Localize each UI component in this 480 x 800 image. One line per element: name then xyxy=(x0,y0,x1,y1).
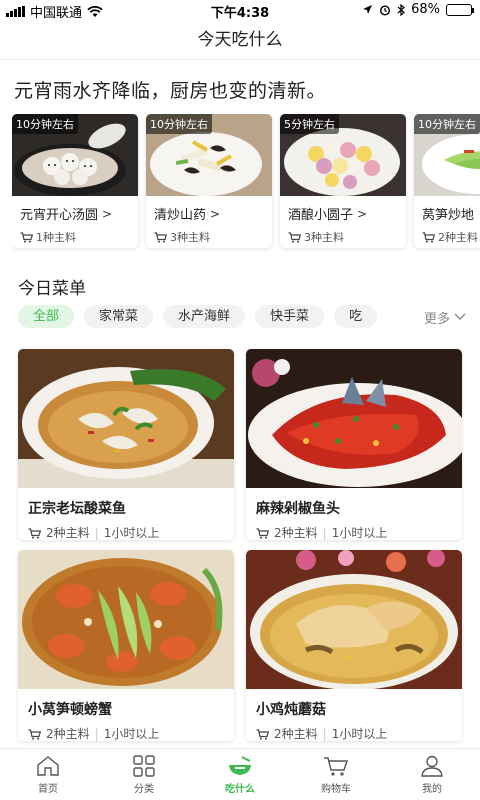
tab-what-to-eat[interactable]: 吃什么 xyxy=(192,749,288,800)
recipe-card-pickled-fish[interactable]: 正宗老坛酸菜鱼 2种主料 | 1小时以上 xyxy=(18,349,234,540)
tab-category[interactable]: 分类 xyxy=(96,749,192,800)
cart-icon xyxy=(288,232,301,243)
more-categories-button[interactable]: 更多 xyxy=(382,305,480,329)
pickled-fish-image xyxy=(18,349,234,488)
featured-title: 莴笋炒地 xyxy=(422,208,475,223)
ingredient-count: 2种主料 xyxy=(46,526,90,540)
featured-title: 酒酿小圆子 xyxy=(288,208,354,223)
meta-divider: | xyxy=(94,726,99,741)
cook-duration: 1小时以上 xyxy=(331,727,388,741)
recipe-card-chicken-mushroom[interactable]: 小鸡炖蘑菇 2种主料 | 1小时以上 xyxy=(246,550,462,741)
tab-home[interactable]: 首页 xyxy=(0,749,96,800)
tangyuan-bowl-image: 10分钟左右 xyxy=(12,114,138,196)
cart-icon xyxy=(20,232,33,243)
ingredient-count: 2种主料 xyxy=(46,727,90,741)
recipe-card-chili-fish-head[interactable]: 麻辣剁椒鱼头 2种主料 | 1小时以上 xyxy=(246,349,462,540)
home-icon xyxy=(37,755,59,776)
battery-percent: 68% xyxy=(411,2,440,17)
chip-home-style[interactable]: 家常菜 xyxy=(84,305,154,328)
chevron-right-icon: > xyxy=(102,206,113,221)
cook-duration: 1小时以上 xyxy=(103,526,160,540)
featured-card-lettuce[interactable]: 10分钟左右 莴笋炒地 2种主料 xyxy=(414,114,480,248)
tab-cart[interactable]: 购物车 xyxy=(288,749,384,800)
user-icon xyxy=(421,755,443,777)
recipe-title: 正宗老坛酸菜鱼 xyxy=(28,501,126,517)
tab-profile[interactable]: 我的 xyxy=(384,749,480,800)
recipe-title: 麻辣剁椒鱼头 xyxy=(256,501,340,517)
cook-duration: 1小时以上 xyxy=(103,727,160,741)
chip-all[interactable]: 全部 xyxy=(18,305,75,328)
ingredient-count: 3种主料 xyxy=(304,231,344,244)
chip-partial[interactable]: 吃 xyxy=(334,305,378,328)
ingredient-count: 2种主料 xyxy=(274,727,318,741)
rice-balls-image: 5分钟左右 xyxy=(280,114,406,196)
featured-card-yam[interactable]: 10分钟左右 清炒山药 > 3种主料 xyxy=(146,114,272,248)
tab-label: 我的 xyxy=(422,783,442,795)
ingredient-count: 1种主料 xyxy=(36,231,76,244)
lettuce-stem-image: 10分钟左右 xyxy=(414,114,480,196)
time-badge: 10分钟左右 xyxy=(12,114,78,134)
crab-lettuce-image xyxy=(18,550,234,689)
cart-icon xyxy=(256,728,269,740)
hero-headline: 元宵雨水齐降临，厨房也变的清新。 xyxy=(14,80,327,102)
recipe-card-crab-lettuce[interactable]: 小莴笋顿螃蟹 2种主料 | 1小时以上 xyxy=(18,550,234,741)
ingredient-count: 2种主料 xyxy=(274,526,318,540)
cart-icon xyxy=(28,728,41,740)
tab-label: 购物车 xyxy=(321,783,351,795)
page-title: 今天吃什么 xyxy=(197,30,283,50)
time-badge: 10分钟左右 xyxy=(414,114,480,134)
ingredient-count: 2种主料 xyxy=(438,231,478,244)
stir-fried-yam-image: 10分钟左右 xyxy=(146,114,272,196)
location-icon xyxy=(363,5,373,14)
bluetooth-icon xyxy=(397,3,406,16)
grid-icon xyxy=(133,754,155,777)
menu-section-title: 今日菜单 xyxy=(18,279,86,299)
featured-card-tangyuan[interactable]: 10分钟左右 元宵开心汤圆 > 1种主料 xyxy=(12,114,138,248)
recipe-title: 小莴笋顿螃蟹 xyxy=(28,702,112,718)
featured-title: 清炒山药 xyxy=(154,208,207,223)
featured-card-rice-balls[interactable]: 5分钟左右 酒酿小圆子 > 3种主料 xyxy=(280,114,406,248)
cart-icon xyxy=(256,527,269,539)
chevron-down-icon xyxy=(454,313,466,320)
meta-divider: | xyxy=(322,525,327,540)
nav-bar: 今天吃什么 xyxy=(0,20,480,60)
chicken-mushroom-image xyxy=(246,550,462,689)
meta-divider: | xyxy=(322,726,327,741)
cart-icon xyxy=(154,232,167,243)
featured-title: 元宵开心汤圆 xyxy=(20,208,99,223)
chip-seafood[interactable]: 水产海鲜 xyxy=(163,305,246,328)
meta-divider: | xyxy=(94,525,99,540)
bottom-tab-bar: 首页 分类 吃什么 购物车 我的 xyxy=(0,748,480,800)
ingredient-count: 3种主料 xyxy=(170,231,210,244)
alarm-icon xyxy=(380,4,391,16)
status-bar: 中国联通 下午4:38 68% xyxy=(0,0,480,21)
recipe-title: 小鸡炖蘑菇 xyxy=(256,702,326,718)
chevron-right-icon: > xyxy=(357,206,368,221)
cart-icon xyxy=(28,527,41,539)
more-label: 更多 xyxy=(423,311,450,327)
time-badge: 10分钟左右 xyxy=(146,114,212,134)
cart-icon xyxy=(324,756,348,776)
chevron-right-icon: > xyxy=(210,206,221,221)
chili-fish-head-image xyxy=(246,349,462,488)
time-badge: 5分钟左右 xyxy=(280,114,339,134)
featured-carousel[interactable]: 10分钟左右 元宵开心汤圆 > 1种主料 10分钟左右 清炒山药 > 3种主料 … xyxy=(12,114,480,252)
cook-duration: 1小时以上 xyxy=(331,526,388,540)
tab-label: 首页 xyxy=(38,783,58,795)
bowl-icon xyxy=(229,755,251,775)
cart-icon xyxy=(422,232,435,243)
chip-quick[interactable]: 快手菜 xyxy=(255,305,325,328)
tab-label: 吃什么 xyxy=(225,783,255,795)
tab-label: 分类 xyxy=(134,783,154,795)
battery-icon xyxy=(446,3,474,16)
